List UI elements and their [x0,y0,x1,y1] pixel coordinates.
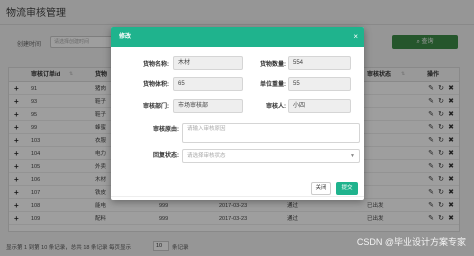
reason-textarea[interactable]: 请输入审核原因 [182,123,360,143]
reason-label: 审核原由: [153,127,179,133]
edit-dialog: 修改 × 货物名称: 木材 货物数量: 554 货物体积: 65 单位重量: 5… [111,27,364,200]
auditor-field[interactable]: 小四 [288,99,351,113]
unit-weight-field[interactable]: 55 [288,77,351,91]
submit-button[interactable]: 提交 [336,182,358,195]
dialog-bottom-border [111,196,364,197]
unit-weight-label: 单位重量: [260,82,286,88]
watermark: CSDN @毕业设计方案专家 [356,237,466,247]
goods-qty-field[interactable]: 554 [288,56,351,70]
audit-dept-field[interactable]: 市场审核部 [173,99,243,113]
reply-status-placeholder: 请选择审核状态 [187,153,226,159]
reply-status-select[interactable]: 请选择审核状态 ▼ [182,149,360,163]
goods-volume-label: 货物体积: [143,82,169,88]
goods-volume-field[interactable]: 65 [173,77,243,91]
close-button[interactable]: 关闭 [311,182,331,195]
goods-name-label: 货物名称: [143,62,169,68]
audit-dept-label: 审核部门: [143,104,169,110]
dialog-header: 修改 × [111,27,364,47]
close-icon[interactable]: × [353,27,358,47]
goods-name-field[interactable]: 木材 [173,56,243,70]
chevron-down-icon: ▼ [350,153,355,159]
dialog-title: 修改 [119,34,132,40]
auditor-label: 审核人: [266,104,286,110]
goods-qty-label: 货物数量: [260,62,286,68]
reply-status-label: 回复状态: [153,153,179,159]
